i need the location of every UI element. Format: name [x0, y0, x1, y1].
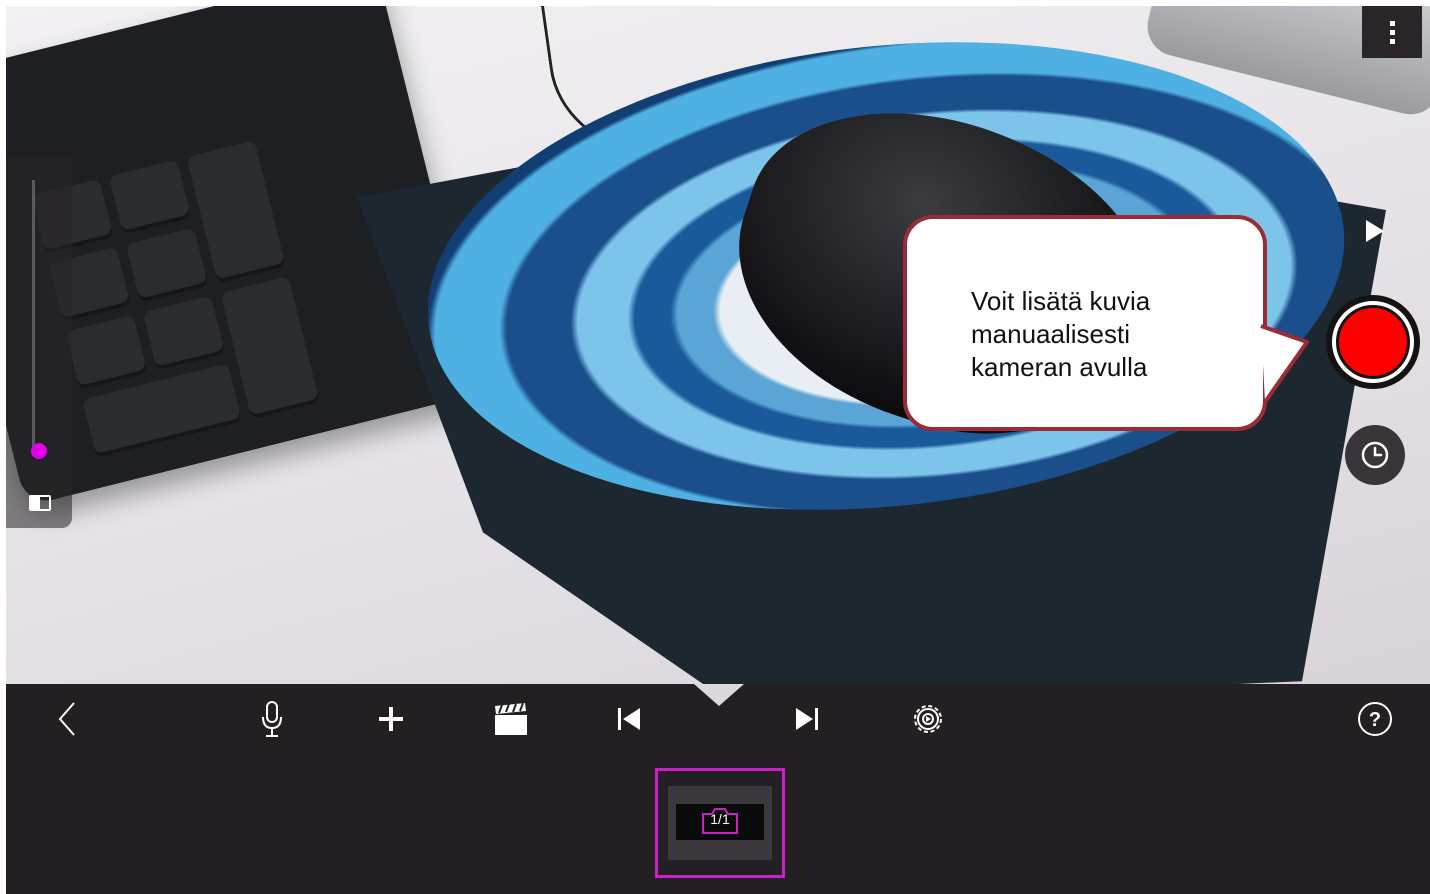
callout-pointer [1260, 324, 1309, 404]
clock-icon [1361, 441, 1389, 469]
onion-skin-slider-thumb[interactable] [31, 443, 47, 459]
more-options-button[interactable] [1362, 6, 1422, 58]
chevron-left-icon [58, 702, 75, 736]
onion-skin-slider[interactable] [32, 180, 35, 450]
callout-text: Voit lisätä kuvia manuaalisesti kameran … [971, 285, 1251, 384]
help-button[interactable]: ? [1352, 696, 1398, 742]
split-view-icon[interactable] [29, 495, 51, 511]
gear-icon [914, 705, 942, 733]
scene-button[interactable] [488, 696, 534, 742]
back-button[interactable] [44, 696, 90, 742]
settings-button[interactable] [905, 696, 951, 742]
frame-counter: 1/1 [710, 811, 730, 827]
timer-button[interactable] [1345, 425, 1405, 485]
stop-motion-app: Voit lisätä kuvia manuaalisesti kameran … [0, 0, 1430, 894]
audio-record-button[interactable] [249, 696, 295, 742]
clapperboard-icon [495, 702, 527, 735]
help-label: ? [1369, 709, 1381, 731]
plus-icon [379, 707, 403, 731]
add-button[interactable] [368, 696, 414, 742]
capture-button[interactable] [1326, 295, 1420, 389]
onion-skin-panel [6, 156, 72, 528]
first-frame-button[interactable] [606, 696, 652, 742]
capture-ring [1332, 301, 1414, 383]
skip-to-end-icon [796, 708, 818, 730]
record-icon [1339, 308, 1407, 376]
microphone-icon [262, 701, 282, 737]
skip-to-start-icon [618, 708, 640, 730]
callout-line: kameran avulla [971, 352, 1148, 382]
callout-line: manuaalisesti [971, 319, 1130, 349]
play-button[interactable] [1346, 206, 1404, 256]
help-icon: ? [1358, 702, 1392, 736]
last-frame-button[interactable] [784, 696, 830, 742]
more-vertical-icon [1389, 20, 1395, 44]
callout-line: Voit lisätä kuvia [971, 286, 1151, 316]
